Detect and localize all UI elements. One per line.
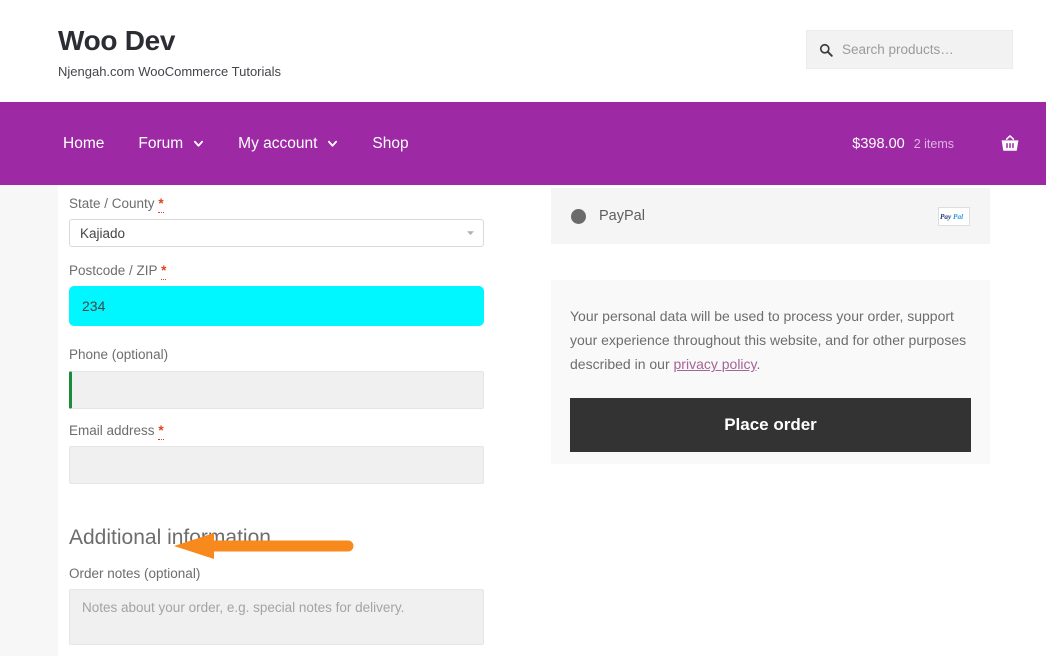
order-notes-textarea[interactable] [69,589,484,646]
additional-information-heading: Additional information [69,525,271,549]
nav-item-forum[interactable]: Forum [121,135,221,153]
postcode-zip-label: Postcode / ZIP * [69,263,484,281]
required-asterisk: * [158,196,164,213]
site-header: Woo Dev Njengah.com WooCommerce Tutorial… [0,0,1046,102]
field-state-county: State / County * Kajiado [69,196,484,248]
field-phone: Phone (optional) [69,347,484,409]
nav-list: Home Forum My account Shop [46,102,426,185]
email-address-input[interactable] [69,445,484,484]
cart-summary[interactable]: $398.00 2 items [852,102,1020,185]
phone-label: Phone (optional) [69,347,484,363]
place-order-button[interactable]: Place order [570,398,971,453]
chevron-down-icon [467,231,474,236]
paypal-logo-icon: Pay Pal [938,206,970,226]
payment-radio-selected-icon[interactable] [571,208,586,224]
email-address-label: Email address * [69,422,484,440]
state-county-selected-value: Kajiado [80,225,126,241]
order-notes-label: Order notes (optional) [69,565,201,581]
payment-method-paypal[interactable]: PayPal Pay Pal [551,188,990,244]
privacy-text-after: . [756,356,761,373]
site-title: Woo Dev [58,25,176,56]
nav-item-label: Forum [138,134,184,152]
svg-text:Pal: Pal [953,212,963,220]
state-county-select[interactable]: Kajiado [69,219,484,248]
postcode-zip-label-text: Postcode / ZIP [69,263,158,279]
shopping-basket-icon[interactable] [1000,134,1020,154]
svg-text:Pay: Pay [940,212,952,220]
payment-method-label: PayPal [599,208,645,224]
phone-input[interactable] [69,370,484,409]
postcode-zip-input[interactable] [69,286,484,327]
checkout-page: Woo Dev Njengah.com WooCommerce Tutorial… [0,0,1046,656]
cart-item-count: 2 items [913,136,954,151]
field-order-notes: Order notes (optional) [69,566,484,650]
nav-item-label: Home [63,134,105,152]
checkout-content: State / County * Kajiado Postcode / ZIP … [0,185,1046,656]
search-input[interactable]: Search products… [842,42,954,57]
site-tagline: Njengah.com WooCommerce Tutorials [58,63,282,79]
nav-item-home[interactable]: Home [46,135,121,153]
chevron-down-icon [328,140,338,147]
field-postcode-zip: Postcode / ZIP * [69,263,484,327]
required-asterisk: * [161,263,167,281]
state-county-label: State / County * [69,196,484,213]
order-review-column: PayPal Pay Pal Your personal data will b… [551,188,990,464]
nav-item-label: Shop [372,134,409,152]
search-icon [819,43,833,57]
nav-item-my-account[interactable]: My account [221,135,355,153]
nav-item-label: My account [238,134,318,152]
nav-item-shop[interactable]: Shop [355,135,425,153]
state-county-label-text: State / County [69,196,155,211]
site-branding[interactable]: Woo Dev Njengah.com WooCommerce Tutorial… [58,25,282,79]
privacy-policy-link[interactable]: privacy policy [674,356,757,372]
billing-details-column: State / County * Kajiado Postcode / ZIP … [69,196,484,650]
product-search-box[interactable]: Search products… [806,30,1013,69]
email-address-label-text: Email address [69,422,155,438]
privacy-policy-text: Your personal data will be used to proce… [570,304,971,376]
chevron-down-icon [194,140,204,147]
phone-label-text: Phone (optional) [69,347,169,363]
privacy-text-before: Your personal data will be used to proce… [570,308,967,373]
primary-navigation-bar: Home Forum My account Shop $398.00 2 ite… [0,102,1046,185]
required-asterisk: * [158,422,164,440]
privacy-policy-panel: Your personal data will be used to proce… [551,280,990,464]
field-email-address: Email address * [69,422,484,484]
cart-total-amount: $398.00 [852,135,905,152]
